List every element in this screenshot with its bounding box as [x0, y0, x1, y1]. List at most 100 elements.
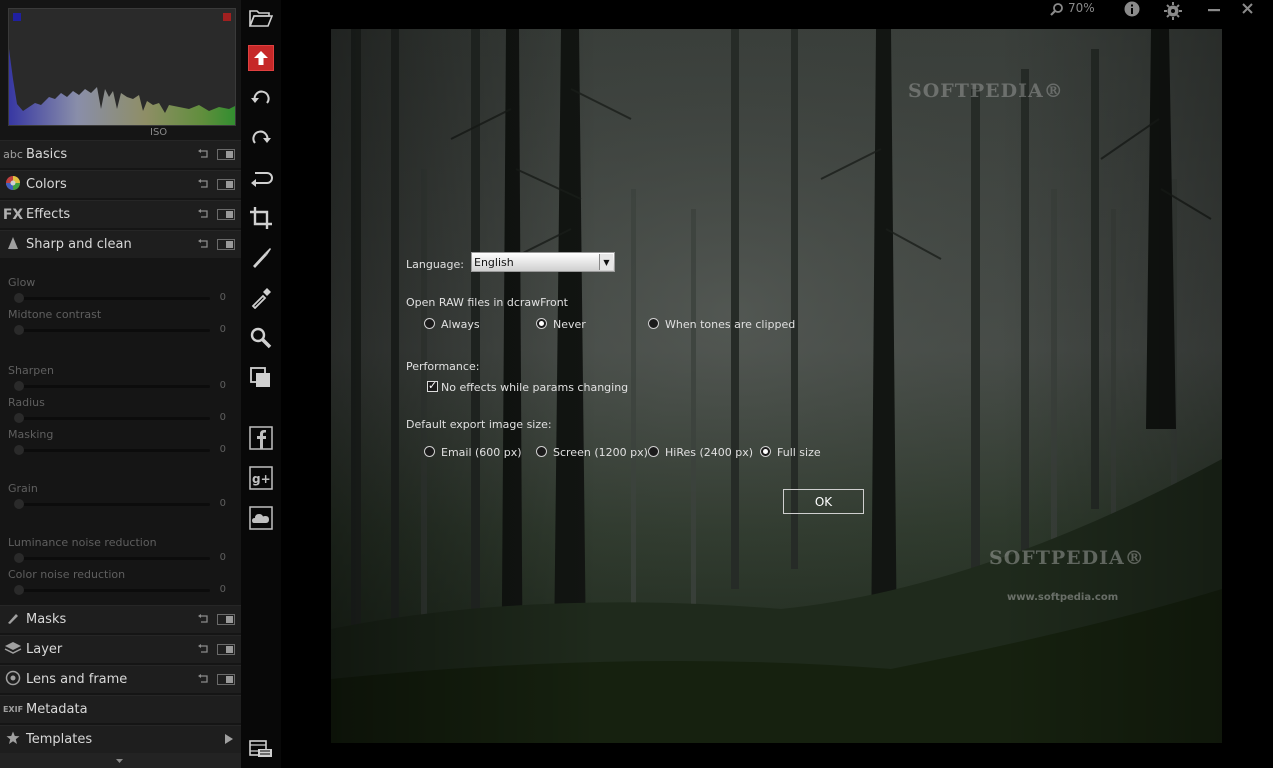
export-screen-label[interactable]: Screen (1200 px) [553, 446, 648, 459]
google-plus-share-button[interactable]: g+ [248, 465, 274, 491]
section-sharp-and-clean[interactable]: Sharp and clean [0, 230, 241, 258]
language-value: English [474, 256, 514, 269]
slider-track[interactable] [14, 449, 210, 452]
section-effects[interactable]: FX Effects [0, 200, 241, 228]
gear-icon[interactable] [1164, 2, 1182, 20]
reset-icon[interactable] [197, 179, 209, 189]
close-icon[interactable] [1242, 3, 1253, 14]
section-layer[interactable]: Layer [0, 635, 241, 663]
slider-handle[interactable] [14, 499, 24, 509]
reset-icon[interactable] [197, 614, 209, 624]
slider-track[interactable] [14, 503, 210, 506]
cloud-share-button[interactable] [248, 505, 274, 531]
section-metadata[interactable]: EXIF Metadata [0, 695, 241, 723]
reset-icon[interactable] [197, 239, 209, 249]
slider-track[interactable] [14, 297, 210, 300]
slider-masking[interactable]: Masking 0 [8, 428, 232, 458]
slider-handle[interactable] [14, 585, 24, 595]
raw-always-label[interactable]: Always [441, 318, 480, 331]
cloud-icon [249, 506, 273, 530]
filmstrip-icon [249, 740, 272, 757]
section-templates[interactable]: Templates [0, 725, 241, 753]
highlight-clip-indicator[interactable] [223, 13, 231, 21]
slider-radius[interactable]: Radius 0 [8, 396, 232, 426]
raw-never-label[interactable]: Never [553, 318, 586, 331]
section-basics[interactable]: abc Basics [0, 140, 241, 168]
adjustments-panel: ISO abc Basics Colors FX Effects Sharp a… [0, 0, 241, 768]
export-fullsize-radio[interactable] [760, 446, 771, 457]
reset-icon[interactable] [197, 674, 209, 684]
dropdown-arrow-icon[interactable]: ▼ [599, 254, 613, 270]
panel-footer[interactable] [0, 753, 241, 768]
rotate-button[interactable] [248, 165, 274, 191]
section-toggle[interactable] [217, 614, 235, 625]
section-toggle[interactable] [217, 149, 235, 160]
slider-value: 0 [219, 498, 226, 509]
zoom-tool-button[interactable] [248, 325, 274, 351]
reset-icon[interactable] [197, 149, 209, 159]
info-icon[interactable] [1124, 1, 1140, 17]
slider-handle[interactable] [14, 325, 24, 335]
open-folder-button[interactable] [248, 5, 274, 31]
google-plus-icon: g+ [249, 466, 273, 490]
section-toggle[interactable] [217, 644, 235, 655]
crop-button[interactable] [248, 205, 274, 231]
section-lens-and-frame[interactable]: Lens and frame [0, 665, 241, 693]
export-hires-radio[interactable] [648, 446, 659, 457]
slider-handle[interactable] [14, 293, 24, 303]
slider-track[interactable] [14, 557, 210, 560]
eyedropper-button[interactable] [248, 285, 274, 311]
slider-track[interactable] [14, 417, 210, 420]
export-email-label[interactable]: Email (600 px) [441, 446, 522, 459]
no-effects-label[interactable]: No effects while params changing [441, 381, 628, 394]
filmstrip-button[interactable] [248, 735, 274, 761]
section-toggle[interactable] [217, 179, 235, 190]
export-fullsize-label[interactable]: Full size [777, 446, 821, 459]
slider-track[interactable] [14, 385, 210, 388]
raw-clipped-label[interactable]: When tones are clipped [665, 318, 795, 331]
svg-text:g+: g+ [252, 472, 271, 486]
slider-track[interactable] [14, 329, 210, 332]
raw-always-radio[interactable] [424, 318, 435, 329]
chevron-down-icon[interactable] [116, 759, 123, 763]
no-effects-checkbox[interactable] [427, 379, 438, 392]
section-masks[interactable]: Masks [0, 605, 241, 633]
reset-icon[interactable] [197, 209, 209, 219]
slider-midtone-contrast[interactable]: Midtone contrast 0 [8, 308, 232, 338]
minimize-icon[interactable] [1208, 8, 1220, 12]
redo-button[interactable] [248, 125, 274, 151]
brush-button[interactable] [248, 245, 274, 271]
export-screen-radio[interactable] [536, 446, 547, 457]
slider-grain[interactable]: Grain 0 [8, 482, 232, 512]
reset-icon[interactable] [197, 644, 209, 654]
export-hires-label[interactable]: HiRes (2400 px) [665, 446, 753, 459]
slider-luminance-noise-reduction[interactable]: Luminance noise reduction 0 [8, 536, 232, 566]
section-toggle[interactable] [217, 209, 235, 220]
undo-button[interactable] [248, 85, 274, 111]
slider-color-noise-reduction[interactable]: Color noise reduction 0 [8, 568, 232, 598]
section-label: Basics [26, 147, 68, 162]
slider-track[interactable] [14, 589, 210, 592]
facebook-share-button[interactable] [248, 425, 274, 451]
slider-sharpen[interactable]: Sharpen 0 [8, 364, 232, 394]
ok-button[interactable]: OK [783, 489, 864, 514]
raw-clipped-radio[interactable] [648, 318, 659, 329]
section-toggle[interactable] [217, 239, 235, 250]
raw-never-radio[interactable] [536, 318, 547, 329]
section-toggle[interactable] [217, 674, 235, 685]
slider-handle[interactable] [14, 553, 24, 563]
slider-glow[interactable]: Glow 0 [8, 276, 232, 306]
section-colors[interactable]: Colors [0, 170, 241, 198]
export-email-radio[interactable] [424, 446, 435, 457]
zoom-level[interactable]: 70% [1068, 1, 1095, 15]
compare-button[interactable] [248, 365, 274, 391]
slider-handle[interactable] [14, 445, 24, 455]
expand-arrow-icon[interactable] [225, 734, 233, 744]
eyedropper-icon [251, 288, 271, 309]
zoom-icon[interactable] [1050, 2, 1064, 16]
slider-handle[interactable] [14, 381, 24, 391]
slider-handle[interactable] [14, 413, 24, 423]
export-button[interactable] [248, 45, 274, 71]
language-select[interactable]: English ▼ [471, 252, 615, 272]
shadow-clip-indicator[interactable] [13, 13, 21, 21]
